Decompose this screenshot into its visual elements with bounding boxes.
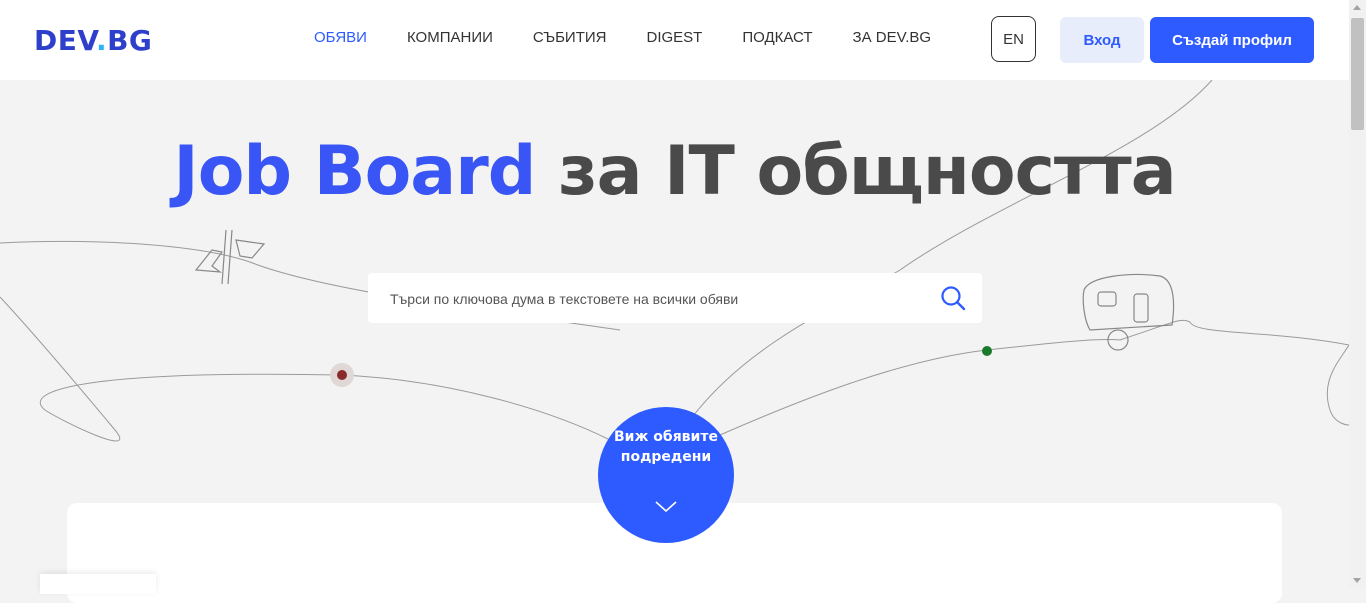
decor-line — [341, 374, 611, 441]
hero-title: Job Board за IT общността — [0, 132, 1349, 211]
view-sorted-jobs-button[interactable]: Виж обявите подредени — [598, 407, 734, 543]
marker-dot-green — [982, 346, 992, 356]
scroll-up-arrow-icon[interactable] — [1353, 5, 1361, 10]
scroll-down-arrow-icon[interactable] — [1353, 578, 1361, 583]
search-box — [368, 273, 982, 325]
site-header: DEV.BG ОБЯВИ КОМПАНИИ СЪБИТИЯ DIGEST ПОД… — [0, 0, 1349, 80]
sign-pole — [221, 229, 233, 285]
page-scrollbar[interactable] — [1349, 0, 1366, 589]
decor-line — [719, 319, 1349, 436]
caravan-icon — [1082, 273, 1175, 351]
nav-item-jobs[interactable]: ОБЯВИ — [314, 29, 367, 46]
hero-title-rest: за IT общността — [535, 132, 1177, 211]
language-switch-button[interactable]: EN — [991, 16, 1036, 62]
nav-item-podcast[interactable]: ПОДКАСТ — [742, 29, 812, 46]
search-icon[interactable] — [940, 285, 966, 311]
hero-title-highlight: Job Board — [173, 132, 536, 211]
nav-item-digest[interactable]: DIGEST — [646, 29, 702, 46]
nav-item-about[interactable]: ЗА DEV.BG — [853, 29, 932, 46]
login-button[interactable]: Вход — [1060, 17, 1144, 63]
nav-item-companies[interactable]: КОМПАНИИ — [407, 29, 493, 46]
logo-text-main: DEV — [34, 24, 96, 57]
caravan-body — [1082, 273, 1175, 331]
decor-line — [0, 296, 343, 442]
register-button[interactable]: Създай профил — [1150, 17, 1314, 63]
scrollbar-thumb[interactable] — [1351, 18, 1364, 130]
main-nav: ОБЯВИ КОМПАНИИ СЪБИТИЯ DIGEST ПОДКАСТ ЗА… — [314, 29, 971, 46]
search-input[interactable] — [388, 273, 932, 325]
side-tab — [40, 574, 156, 594]
logo[interactable]: DEV.BG — [34, 24, 152, 57]
marker-dot-red — [337, 370, 347, 380]
decor-line — [689, 80, 1213, 421]
chevron-down-icon — [655, 501, 677, 513]
logo-dot: . — [95, 24, 108, 57]
caravan-window — [1097, 291, 1117, 307]
view-sorted-jobs-label: Виж обявите подредени — [614, 429, 718, 465]
nav-item-events[interactable]: СЪБИТИЯ — [533, 29, 607, 46]
caravan-door — [1133, 293, 1149, 323]
decor-line — [1326, 344, 1349, 426]
logo-text-suffix: BG — [107, 24, 153, 57]
pointer-sign-icon — [194, 229, 266, 285]
sign-part — [235, 239, 266, 259]
